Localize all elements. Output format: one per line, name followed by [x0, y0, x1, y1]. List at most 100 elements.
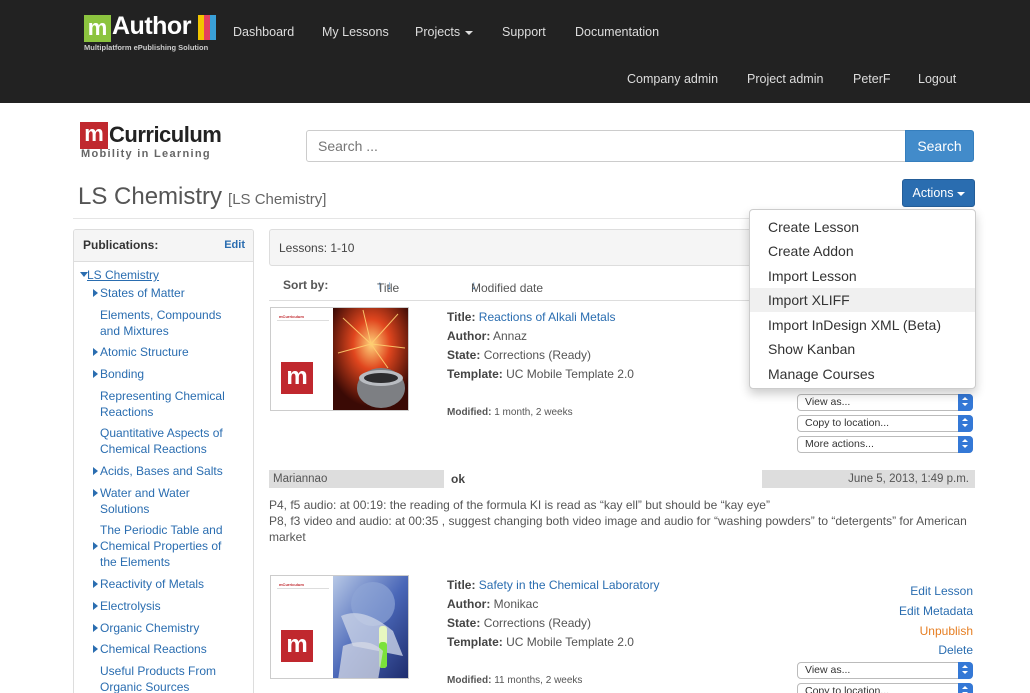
- menu-item-import-indesign[interactable]: Import InDesign XML (Beta): [750, 313, 975, 337]
- tree-item-bonding[interactable]: Bonding: [100, 366, 144, 382]
- nav-dashboard[interactable]: Dashboard: [233, 25, 294, 39]
- lesson-title-link[interactable]: Reactions of Alkali Metals: [479, 310, 616, 324]
- copy-to-location-select[interactable]: Copy to location...: [797, 415, 973, 432]
- nav-projects[interactable]: Projects: [415, 25, 474, 39]
- collapsed-triangle-icon[interactable]: [93, 645, 98, 653]
- unpublish-link[interactable]: Unpublish: [920, 624, 973, 638]
- actions-button[interactable]: Actions: [902, 179, 975, 207]
- tree-root-ls-chemistry[interactable]: LS Chemistry: [87, 267, 159, 283]
- tree-item-water-solutions[interactable]: Water and Water Solutions: [100, 485, 210, 517]
- nav-documentation[interactable]: Documentation: [575, 25, 659, 39]
- edit-lesson-link[interactable]: Edit Lesson: [910, 584, 973, 598]
- sort-by-modified[interactable]: Modified date ↓: [471, 278, 543, 295]
- lesson-cover-image: [333, 576, 408, 678]
- modified-label: Modified:: [447, 675, 492, 686]
- tree-item-quantitative-aspects[interactable]: Quantitative Aspects of Chemical Reactio…: [100, 425, 240, 457]
- title-label: Title:: [447, 310, 476, 324]
- sort-label: Sort by:: [283, 278, 329, 292]
- sidebar-edit-link[interactable]: Edit: [224, 239, 245, 251]
- lesson-thumbnail[interactable]: mCurriculum m: [270, 575, 409, 679]
- chevron-down-icon: [465, 30, 474, 35]
- lesson-template-field: Template: UC Mobile Template 2.0: [447, 367, 634, 381]
- nav-my-lessons[interactable]: My Lessons: [322, 25, 389, 39]
- nav-user[interactable]: PeterF: [853, 72, 891, 86]
- collapsed-triangle-icon[interactable]: [93, 542, 98, 550]
- lesson-thumbnail[interactable]: mCurriculum m: [270, 307, 409, 411]
- collapsed-triangle-icon[interactable]: [93, 289, 98, 297]
- thumb-brand: mCurriculum: [279, 314, 304, 319]
- logo-color-bars: [198, 15, 216, 40]
- collapsed-triangle-icon[interactable]: [93, 580, 98, 588]
- lesson-modified: Modified: 11 months, 2 weeks: [447, 675, 582, 686]
- menu-item-manage-courses[interactable]: Manage Courses: [750, 362, 975, 386]
- comment-body: P4, f5 audio: at 00:19: the reading of t…: [269, 497, 975, 545]
- lessons-count: Lessons: 1-10: [279, 241, 355, 255]
- template-label: Template:: [447, 367, 503, 381]
- edit-metadata-link[interactable]: Edit Metadata: [899, 604, 973, 618]
- mcurriculum-logo-word: Curriculum: [109, 122, 222, 147]
- logo-word: Author: [112, 12, 191, 40]
- select-arrows-icon: [958, 436, 973, 453]
- nav-support[interactable]: Support: [502, 25, 546, 39]
- comment-date: June 5, 2013, 1:49 p.m.: [762, 470, 975, 488]
- menu-item-create-addon[interactable]: Create Addon: [750, 239, 975, 263]
- state-label: State:: [447, 616, 481, 630]
- thumb-header-line: [277, 588, 329, 589]
- actions-label: Actions: [912, 186, 954, 200]
- mcurriculum-logo-letter: m: [80, 122, 108, 149]
- collapsed-triangle-icon[interactable]: [93, 348, 98, 356]
- view-as-value: View as...: [805, 396, 851, 408]
- more-actions-select[interactable]: More actions...: [797, 436, 973, 453]
- nav-logout[interactable]: Logout: [918, 72, 956, 86]
- menu-item-create-lesson[interactable]: Create Lesson: [750, 215, 975, 239]
- lesson-cover-image: [333, 308, 408, 410]
- lesson-author-field: Author: Monikac: [447, 597, 538, 611]
- menu-item-show-kanban[interactable]: Show Kanban: [750, 337, 975, 361]
- template-label: Template:: [447, 635, 503, 649]
- copy-to-location-select[interactable]: Copy to location...: [797, 683, 973, 693]
- lesson-title-link[interactable]: Safety in the Chemical Laboratory: [479, 578, 660, 592]
- nav-project-admin[interactable]: Project admin: [747, 72, 823, 86]
- nav-company-admin[interactable]: Company admin: [627, 72, 718, 86]
- tree-item-acids-bases-salts[interactable]: Acids, Bases and Salts: [100, 463, 223, 479]
- view-as-select[interactable]: View as...: [797, 662, 973, 679]
- select-arrows-icon: [958, 662, 973, 679]
- collapsed-triangle-icon[interactable]: [93, 489, 98, 497]
- view-as-select[interactable]: View as...: [797, 394, 973, 411]
- sort-by-title[interactable]: Title ↑ ↓: [377, 278, 399, 295]
- tree-item-useful-products[interactable]: Useful Products From Organic Sources: [100, 663, 240, 693]
- mauthor-logo[interactable]: m Author Multiplatform ePublishing Solut…: [84, 12, 218, 52]
- collapsed-triangle-icon[interactable]: [93, 467, 98, 475]
- lesson-title-field: Title: Safety in the Chemical Laboratory: [447, 578, 660, 592]
- tree-item-atomic-structure[interactable]: Atomic Structure: [100, 344, 189, 360]
- collapsed-triangle-icon[interactable]: [93, 602, 98, 610]
- tree-item-chemical-reactions[interactable]: Chemical Reactions: [100, 641, 207, 657]
- chevron-down-icon: [956, 191, 965, 196]
- lesson-state-field: State: Corrections (Ready): [447, 348, 591, 362]
- tree-item-representing-chemical-reactions[interactable]: Representing Chemical Reactions: [100, 388, 240, 420]
- tree-item-reactivity-of-metals[interactable]: Reactivity of Metals: [100, 576, 204, 592]
- tree-item-periodic-table[interactable]: The Periodic Table and Chemical Properti…: [100, 522, 240, 570]
- collapsed-triangle-icon[interactable]: [93, 624, 98, 632]
- lesson-title-field: Title: Reactions of Alkali Metals: [447, 310, 616, 324]
- tree-item-electrolysis[interactable]: Electrolysis: [100, 598, 161, 614]
- select-arrows-icon: [958, 415, 973, 432]
- title-label: Title:: [447, 578, 476, 592]
- comment-status: ok: [451, 472, 466, 486]
- search-button[interactable]: Search: [905, 130, 974, 162]
- nav-projects-label: Projects: [415, 25, 461, 39]
- modified-label: Modified:: [447, 407, 492, 418]
- tree-item-states-of-matter[interactable]: States of Matter: [100, 285, 185, 301]
- comment-line-2: P8, f3 video and audio: at 00:35 , sugge…: [269, 514, 967, 544]
- search-input[interactable]: [306, 130, 906, 162]
- delete-link[interactable]: Delete: [938, 643, 973, 657]
- tree-item-organic-chemistry[interactable]: Organic Chemistry: [100, 620, 199, 636]
- menu-item-import-xliff[interactable]: Import XLIFF: [750, 288, 975, 312]
- select-arrows-icon: [958, 394, 973, 411]
- collapsed-triangle-icon[interactable]: [93, 370, 98, 378]
- actions-dropdown-menu: Create Lesson Create Addon Import Lesson…: [749, 209, 976, 389]
- sort-modified-label: Modified date: [471, 281, 544, 295]
- author-label: Author:: [447, 329, 491, 343]
- tree-item-elements-compounds[interactable]: Elements, Compounds and Mixtures: [100, 307, 240, 339]
- menu-item-import-lesson[interactable]: Import Lesson: [750, 264, 975, 288]
